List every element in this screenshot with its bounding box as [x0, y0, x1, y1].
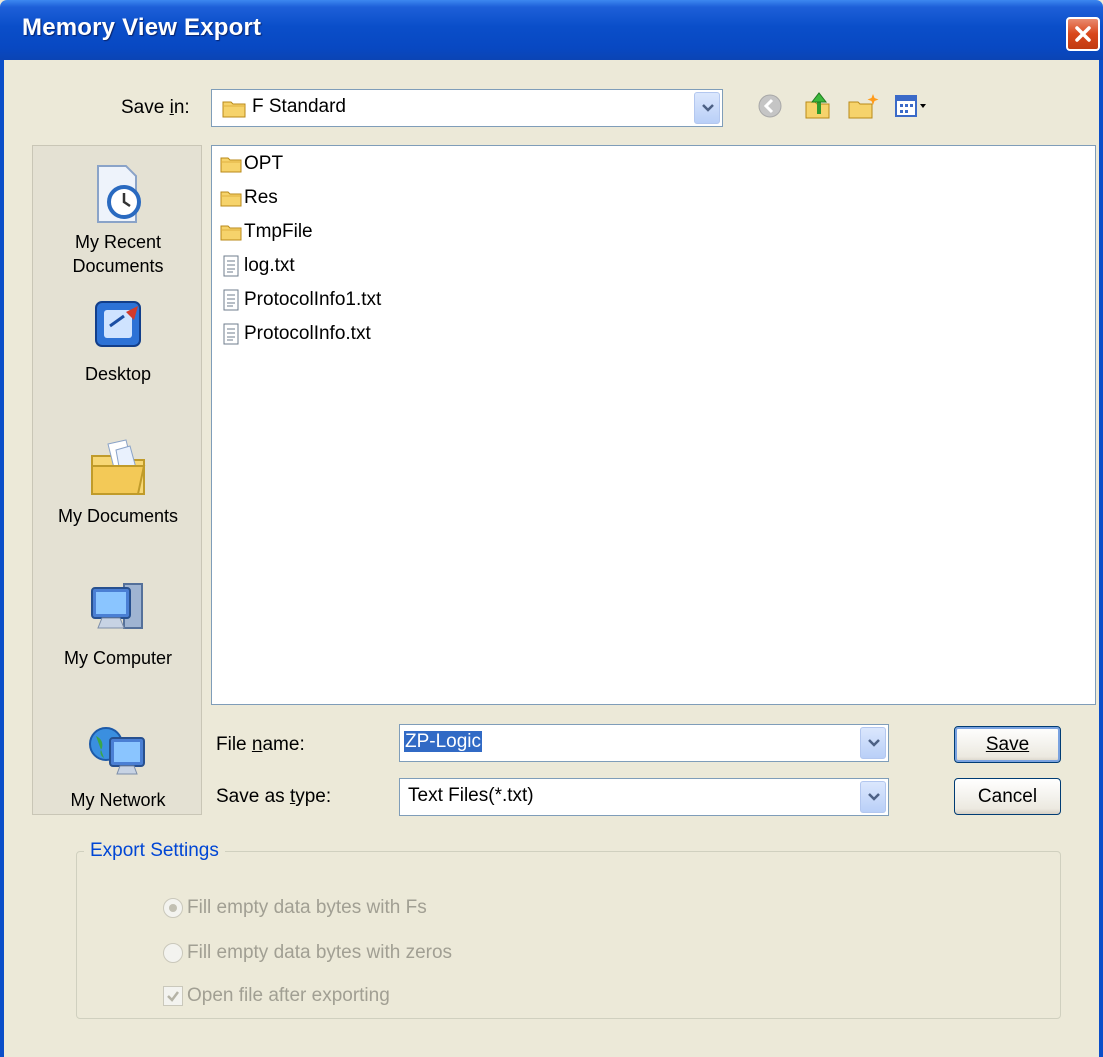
- place-my-recent-documents[interactable]: My Recent Documents: [33, 162, 203, 278]
- fill-fs-option[interactable]: Fill empty data bytes with Fs: [163, 897, 427, 919]
- places-bar: My Recent Documents Desktop My Documents…: [32, 145, 202, 815]
- file-name-label: File name:: [216, 734, 305, 755]
- save-as-type-value: Text Files(*.txt): [408, 785, 534, 806]
- list-item[interactable]: TmpFile: [220, 217, 313, 247]
- checkmark-icon: [167, 991, 179, 1002]
- file-name: Res: [244, 187, 278, 208]
- place-label: Desktop: [84, 364, 152, 384]
- my-computer-icon: [91, 583, 143, 629]
- close-icon: [1075, 26, 1091, 42]
- list-item[interactable]: Res: [220, 183, 278, 213]
- list-item[interactable]: log.txt: [220, 251, 295, 281]
- back-button[interactable]: [754, 90, 786, 122]
- window-frame-left: [0, 60, 4, 1057]
- recent-documents-icon: [97, 165, 141, 223]
- folder-icon: [222, 101, 246, 118]
- file-name: TmpFile: [244, 221, 313, 242]
- window-title: Memory View Export: [22, 14, 262, 41]
- place-desktop[interactable]: Desktop: [33, 294, 203, 386]
- save-as-type-dropdown[interactable]: Text Files(*.txt): [399, 778, 889, 816]
- folder-icon: [220, 157, 242, 173]
- place-label: Documents: [72, 256, 164, 276]
- file-name: log.txt: [244, 255, 295, 276]
- chevron-down-icon: [702, 104, 714, 112]
- place-my-computer[interactable]: My Computer: [33, 578, 203, 670]
- checkbox[interactable]: [163, 986, 183, 1006]
- fill-fs-label: Fill empty data bytes with Fs: [187, 897, 427, 918]
- desktop-icon: [95, 301, 141, 347]
- text-file-icon: [223, 289, 239, 311]
- my-network-icon: [89, 727, 145, 775]
- list-item[interactable]: ProtocolInfo.txt: [220, 319, 371, 349]
- save-in-label: Save in:: [121, 97, 190, 118]
- new-folder-icon: [848, 94, 879, 119]
- chevron-down-icon: [868, 739, 880, 747]
- chevron-down-icon: [868, 793, 880, 801]
- fill-zeros-label: Fill empty data bytes with zeros: [187, 942, 453, 963]
- file-name-value: ZP-Logic: [404, 731, 483, 752]
- place-label: My Recent: [74, 232, 162, 252]
- place-label: My Network: [70, 790, 166, 810]
- save-button-label: Save: [985, 734, 1030, 755]
- place-label: My Computer: [63, 648, 173, 668]
- save-in-dropdown[interactable]: F Standard: [211, 89, 723, 127]
- text-file-icon: [223, 255, 239, 277]
- view-menu-button[interactable]: [893, 90, 933, 122]
- file-name: ProtocolInfo1.txt: [244, 289, 382, 310]
- open-after-export-option[interactable]: Open file after exporting: [163, 985, 390, 1007]
- text-file-icon: [223, 323, 239, 345]
- file-name-dropdown-button[interactable]: [860, 727, 886, 759]
- place-label: My Documents: [57, 506, 179, 526]
- file-list[interactable]: OPT Res TmpFile log.txt ProtocolInfo1.tx…: [211, 145, 1096, 705]
- radio-selected-dot: [169, 904, 177, 912]
- folder-icon: [220, 225, 242, 241]
- radio-button[interactable]: [163, 898, 183, 918]
- place-my-network[interactable]: My Network: [33, 720, 203, 812]
- list-item[interactable]: ProtocolInfo1.txt: [220, 285, 381, 315]
- save-button[interactable]: Save: [954, 726, 1061, 763]
- export-settings-title: Export Settings: [84, 840, 225, 862]
- my-documents-icon: [91, 439, 146, 495]
- new-folder-button[interactable]: [846, 90, 879, 122]
- view-menu-icon: [895, 95, 926, 117]
- save-in-dropdown-button[interactable]: [694, 92, 720, 124]
- save-as-type-dropdown-button[interactable]: [860, 781, 886, 813]
- window-frame-right: [1099, 60, 1103, 1057]
- back-icon: [758, 94, 782, 118]
- save-in-value: F Standard: [252, 96, 346, 117]
- up-folder-button[interactable]: [802, 90, 834, 122]
- folder-icon: [220, 191, 242, 207]
- cancel-button[interactable]: Cancel: [954, 778, 1061, 815]
- place-my-documents[interactable]: My Documents: [33, 436, 203, 528]
- radio-button[interactable]: [163, 943, 183, 963]
- file-name-field[interactable]: ZP-Logic: [399, 724, 889, 762]
- list-item[interactable]: OPT: [220, 149, 283, 179]
- open-after-export-label: Open file after exporting: [187, 985, 390, 1006]
- file-name: ProtocolInfo.txt: [244, 323, 371, 344]
- up-folder-icon: [805, 92, 830, 119]
- save-as-type-label: Save as type:: [216, 786, 332, 807]
- close-button[interactable]: [1066, 17, 1100, 51]
- fill-zeros-option[interactable]: Fill empty data bytes with zeros: [163, 942, 452, 964]
- file-name: OPT: [244, 153, 284, 174]
- title-bar: Memory View Export: [0, 0, 1103, 60]
